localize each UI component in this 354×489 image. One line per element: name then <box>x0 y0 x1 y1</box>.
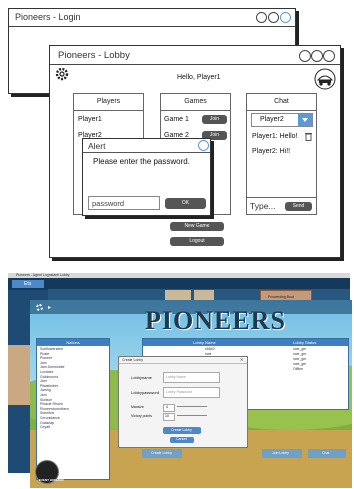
pioneer-wagon-logo-icon <box>314 68 336 90</box>
game-logo: PIONEERS <box>145 306 286 335</box>
game-name: Game 1 <box>164 116 189 123</box>
close-icon[interactable] <box>323 50 335 62</box>
chat-message: Player1: Hello! <box>252 133 298 140</box>
field-label: Lobbypassword <box>131 390 160 395</box>
welcome-text: Hello, Player1 <box>177 74 221 81</box>
cancel-button[interactable]: Cancel <box>170 437 194 443</box>
alert-message: Please enter the password. <box>93 157 190 166</box>
create-lobby-bottom-button[interactable]: Create Lobby <box>142 449 182 458</box>
chevron-down-icon[interactable] <box>298 114 312 126</box>
lobbyname-input[interactable]: Lobby Name <box>163 372 220 383</box>
table-cell: nwe_gm <box>293 352 307 356</box>
table-cell: Offline <box>293 367 304 371</box>
new-game-button[interactable]: New Game <box>170 222 224 231</box>
players-list-panel: Nations Sunflowerstem Pirate Pioneer Jam Jam… <box>36 338 110 480</box>
logout-button[interactable]: Logout <box>170 237 224 246</box>
maxsize-stepper[interactable]: 4 <box>163 404 175 412</box>
back-tab[interactable]: Ets <box>12 280 44 288</box>
minimize-icon[interactable] <box>299 50 311 62</box>
brand-text: EVENT HORIZON <box>39 478 64 482</box>
spinner-label: Victory points <box>131 414 152 418</box>
field-label: Lobbyname <box>131 375 152 380</box>
table-cell: nwe_gm <box>293 362 307 366</box>
spinner-label: Maxsize <box>131 405 144 409</box>
lobby-title: Pioneers - Lobby <box>58 50 130 61</box>
victory-points-stepper[interactable]: 10 <box>163 413 175 421</box>
players-list: Sunflowerstem Pirate Pioneer Jam Jam Dunmold… <box>40 347 69 430</box>
chat-recipient-select[interactable]: Player2 <box>251 113 313 127</box>
send-button[interactable]: Send <box>285 202 312 211</box>
trash-icon[interactable] <box>305 132 312 141</box>
games-header: Games <box>161 94 230 111</box>
alert-dialog: Alert Please enter the password. passwor… <box>82 138 211 216</box>
close-icon[interactable] <box>280 12 291 23</box>
join-button[interactable]: Join <box>202 115 227 124</box>
create-lobby-dialog: Create Lobby ✕ Lobbyname Lobby Name Lobb… <box>118 356 248 448</box>
close-icon[interactable] <box>198 140 209 151</box>
mockup-illustration: Pioneers - Login Pioneers - Lobby Hello,… <box>0 0 354 270</box>
players-header: Players <box>74 94 143 111</box>
list-item[interactable]: Ceyalt <box>40 425 69 430</box>
back-window-title: Pioneers - Agent Lognstanti Lobby <box>16 273 70 277</box>
login-title: Pioneers - Login <box>15 12 81 22</box>
gear-icon[interactable] <box>55 67 69 81</box>
create-lobby-button[interactable]: Create Lobby <box>163 427 201 434</box>
screenshots-illustration: Pioneers - Agent Lognstanti Lobby Ets Pr… <box>0 270 354 489</box>
close-icon[interactable]: ✕ <box>240 357 243 362</box>
dialog-title: Create Lobby <box>122 358 144 362</box>
alert-title: Alert <box>88 141 106 151</box>
chat-header: Chat <box>247 94 316 111</box>
list-item[interactable]: Player1 <box>78 116 102 123</box>
maximize-icon[interactable] <box>311 50 323 62</box>
chat-input[interactable]: Type... <box>250 201 276 211</box>
chat-message: Player2: Hi!! <box>252 148 291 155</box>
chat-button[interactable]: Chat <box>308 449 346 458</box>
ok-button[interactable]: OK <box>165 198 206 209</box>
password-input[interactable]: password <box>88 196 160 210</box>
victory-points-slider[interactable] <box>177 415 207 416</box>
lobbypassword-input[interactable]: Lobby Password <box>163 387 220 398</box>
list-header: Nations <box>37 339 109 346</box>
chat-recipient-value: Player2 <box>260 116 284 123</box>
table-cell: nwe_gm <box>293 347 307 351</box>
maxsize-slider[interactable] <box>177 406 207 407</box>
join-lobby-button[interactable]: Join Lobby <box>262 449 302 458</box>
chat-panel: Chat Player2 Player1: Hello! Player2: Hi… <box>246 93 317 215</box>
front-screenshot: ▸ PIONEERS Nations Sunflowerstem Pirate Pi… <box>30 300 352 488</box>
sound-icon[interactable]: ▸ <box>48 305 51 311</box>
minimize-icon[interactable] <box>256 12 267 23</box>
table-cell: s5540 <box>205 347 215 351</box>
gear-icon[interactable] <box>36 304 43 311</box>
table-header: Lobby Name Lobby Status <box>143 339 348 346</box>
maximize-icon[interactable] <box>268 12 279 23</box>
table-cell: nwe_gm <box>293 357 307 361</box>
password-placeholder: password <box>92 199 125 208</box>
